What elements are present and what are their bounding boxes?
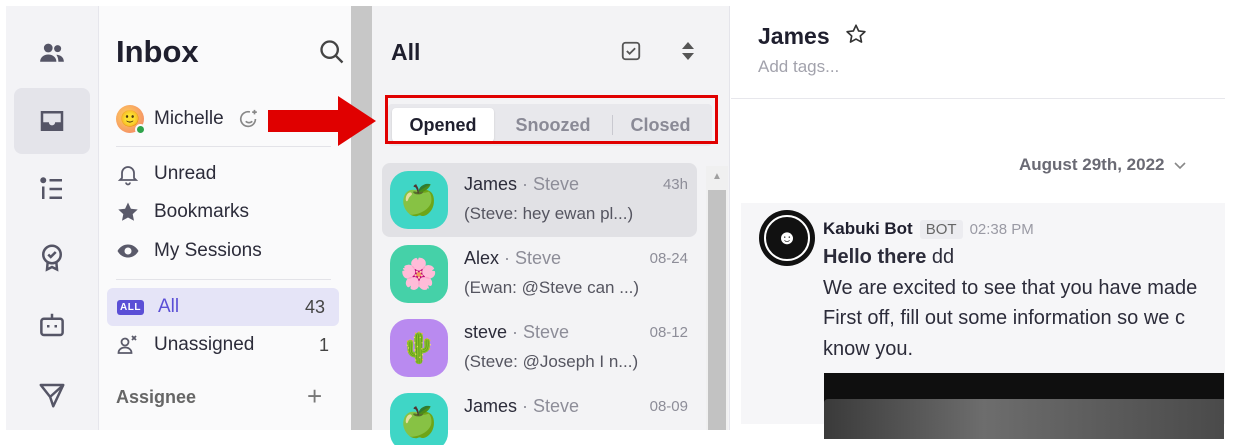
window-edge <box>1225 0 1250 445</box>
message-line: know you. <box>823 338 914 360</box>
sidebar-title: Inbox <box>116 34 199 69</box>
scrollbar-thumb[interactable] <box>708 190 726 430</box>
sidebar-item-label: Unread <box>154 163 217 184</box>
add-tags-input[interactable]: Add tags... <box>758 57 839 77</box>
message-line: First off, fill out some information so … <box>823 307 1185 329</box>
profile-row[interactable]: 🙂 Michelle <box>116 104 260 135</box>
list-title: All <box>391 39 421 65</box>
sidebar-scrollbar[interactable] <box>351 6 372 430</box>
badge-rail-button[interactable] <box>14 224 90 290</box>
conversation-list-scrollbar[interactable]: ▲ <box>706 166 728 430</box>
bot-rail-button[interactable] <box>14 292 90 358</box>
inbox-rail-button[interactable] <box>14 88 90 154</box>
conversation-preview: (Steve: hey ewan pl...) <box>464 204 634 223</box>
date-separator-label: August 29th, 2022 <box>1019 155 1165 174</box>
sidebar-item-count: 1 <box>318 334 329 355</box>
conversation-preview: (Steve: @Joseph I n...) <box>464 352 639 371</box>
message-line: We are excited to see that you have made <box>823 277 1198 299</box>
unassigned-user-icon <box>117 335 137 354</box>
conversation-time: 08-12 <box>649 324 688 341</box>
chevron-down-icon <box>1173 162 1186 170</box>
inbox-sidebar: Inbox 🙂 Michelle Unread Bookmarks My Ses… <box>99 6 351 430</box>
message-sender-row: Kabuki Bot BOT 02:38 PM <box>823 219 1034 239</box>
conversation-preview: (Ewan: @Steve can ...) <box>464 278 640 297</box>
app-window: Inbox 🙂 Michelle Unread Bookmarks My Ses… <box>0 0 1250 445</box>
sidebar-item-count: 43 <box>304 296 325 317</box>
star-icon <box>118 202 138 221</box>
all-badge-icon: ALL <box>117 299 144 315</box>
icon-rail <box>6 6 99 430</box>
conversation-avatar: 🌵 <box>390 319 448 377</box>
sender-name: Kabuki Bot <box>823 219 913 238</box>
sidebar-item-label: Unassigned <box>154 334 255 355</box>
message-time: 02:38 PM <box>969 220 1034 238</box>
sidebar-item-label: My Sessions <box>154 240 262 261</box>
sidebar-item-label: Bookmarks <box>154 201 250 222</box>
inbox-icon <box>40 111 64 131</box>
contact-name: James <box>758 23 830 49</box>
conversation-list-panel: All Opened Snoozed Closed 🍏 James · Stev… <box>372 6 730 445</box>
eye-icon <box>117 244 139 258</box>
annotation-arrow-icon <box>268 96 376 146</box>
sort-icon[interactable] <box>680 40 696 62</box>
bell-icon <box>117 166 139 186</box>
add-assignee-icon[interactable]: + <box>307 383 322 409</box>
conversation-item[interactable]: 🍏 James · Steve 43h (Steve: hey ewan pl.… <box>382 163 697 237</box>
profile-name: Michelle <box>154 108 224 129</box>
checkbox-select-icon[interactable] <box>620 40 642 62</box>
search-icon[interactable] <box>318 38 346 66</box>
sidebar-item-unassigned[interactable]: Unassigned 1 <box>116 329 341 361</box>
contacts-icon <box>40 43 64 62</box>
bot-icon <box>40 313 64 337</box>
sidebar-divider <box>116 279 331 280</box>
video-frame <box>824 399 1224 439</box>
assignee-section-title: Assignee <box>116 387 197 407</box>
message-greeting: Hello there dd <box>823 246 955 268</box>
badge-icon <box>42 244 62 272</box>
bot-tag: BOT <box>919 219 963 239</box>
sidebar-divider <box>116 146 331 147</box>
conversation-item[interactable]: 🍏 James · Steve 08-09 <box>382 385 697 445</box>
online-status-dot <box>135 124 146 135</box>
conversation-time: 08-09 <box>649 398 688 415</box>
conversation-time: 08-24 <box>649 250 688 267</box>
conversation-name: Alex · Steve <box>464 248 562 268</box>
conversation-avatar: 🍏 <box>390 171 448 229</box>
kabuki-logo-icon: ☻ <box>764 215 810 261</box>
list-rail-button[interactable] <box>14 156 90 222</box>
send-icon <box>39 383 65 408</box>
conversation-time: 43h <box>662 176 688 193</box>
bot-avatar: ☻ <box>759 210 815 266</box>
chat-header-divider <box>731 98 1225 99</box>
user-avatar: 🙂 <box>116 105 146 135</box>
conversation-item[interactable]: 🌸 Alex · Steve 08-24 (Ewan: @Steve can .… <box>382 237 697 311</box>
conversation-avatar: 🍏 <box>390 393 448 445</box>
conversation-avatar: 🌸 <box>390 245 448 303</box>
video-attachment[interactable] <box>824 373 1224 439</box>
date-separator[interactable]: August 29th, 2022 <box>1019 155 1187 175</box>
send-rail-button[interactable] <box>14 362 90 428</box>
annotation-highlight-box <box>385 95 718 144</box>
sidebar-item-unread[interactable]: Unread <box>116 158 341 190</box>
star-outline-icon[interactable] <box>845 23 867 45</box>
sidebar-item-bookmarks[interactable]: Bookmarks <box>116 196 341 228</box>
set-status-icon[interactable] <box>238 108 260 130</box>
contacts-rail-button[interactable] <box>14 20 90 86</box>
scroll-up-icon[interactable]: ▲ <box>706 166 728 186</box>
sidebar-item-all[interactable]: ALL All 43 <box>107 288 339 326</box>
conversation-name: steve · Steve <box>464 322 570 342</box>
sidebar-item-label: All <box>157 296 180 317</box>
conversation-item[interactable]: 🌵 steve · Steve 08-12 (Steve: @Joseph I … <box>382 311 697 385</box>
sidebar-item-my-sessions[interactable]: My Sessions <box>116 235 341 267</box>
checklist-icon <box>40 177 62 199</box>
conversation-name: James · Steve <box>464 396 580 416</box>
conversation-name: James · Steve <box>464 174 580 194</box>
